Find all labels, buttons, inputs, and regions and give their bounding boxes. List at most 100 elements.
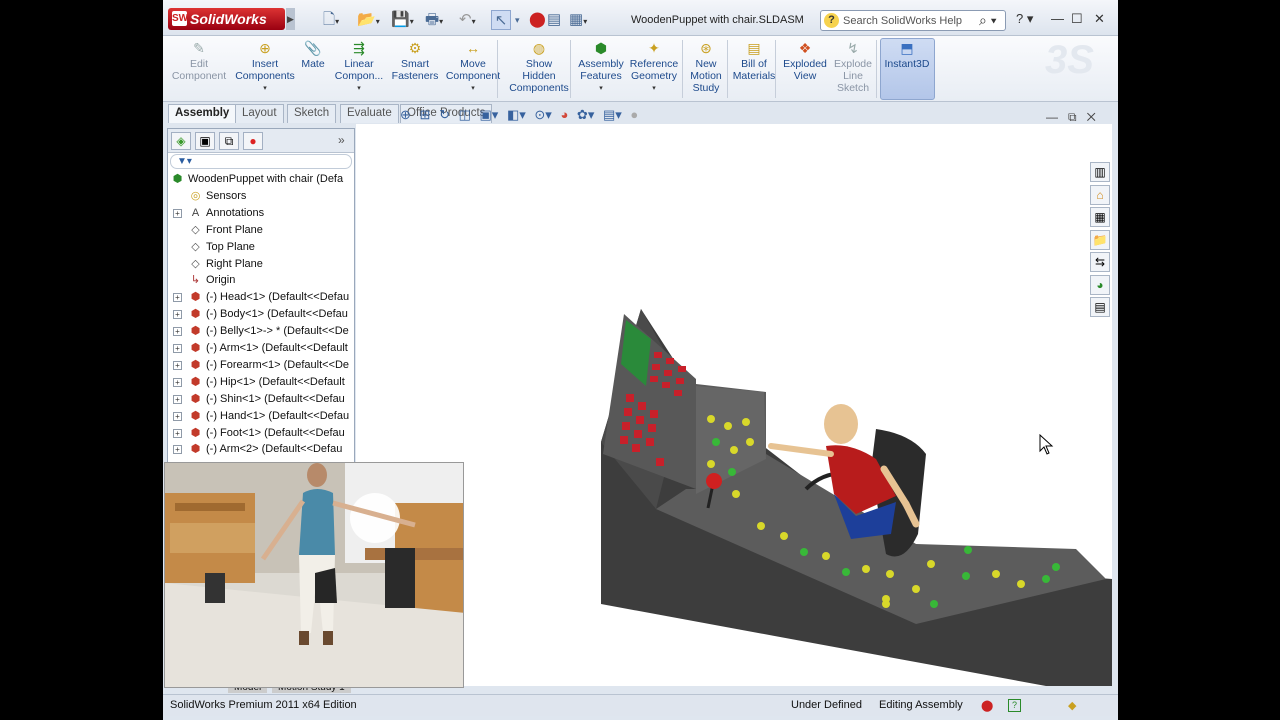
maximize-icon[interactable]: ☐: [1071, 11, 1083, 27]
joystick-knob: [706, 473, 722, 489]
configuration-manager-icon[interactable]: ⧉: [219, 132, 239, 150]
rebuild-status-icon[interactable]: ⬤: [981, 699, 993, 712]
open-icon[interactable]: 📂▾: [357, 10, 380, 30]
file-properties-icon[interactable]: ▤: [547, 10, 561, 30]
mate-icon: 📎: [304, 40, 322, 56]
exploded-view-button[interactable]: ❖ Exploded View: [781, 38, 829, 82]
expand-icon[interactable]: +: [173, 310, 182, 320]
motion-study-button[interactable]: ⊛ New Motion Study: [683, 38, 729, 94]
insert-components-button[interactable]: ⊕ Insert Components ▾: [233, 38, 297, 95]
expand-icon[interactable]: +: [173, 208, 182, 218]
file-explorer-icon[interactable]: 📁: [1090, 229, 1110, 250]
close-icon[interactable]: ✕: [1094, 11, 1105, 27]
help-status-icon[interactable]: ?: [1008, 699, 1021, 712]
tab-evaluate[interactable]: Evaluate: [340, 104, 399, 123]
editing-mode: Editing Assembly: [879, 699, 963, 711]
save-icon[interactable]: 💾▾: [391, 10, 414, 30]
view-settings-icon[interactable]: ▤▾: [603, 107, 622, 122]
zoom-area-icon[interactable]: ⊞: [420, 107, 431, 122]
tree-filter[interactable]: ▼▾: [170, 154, 352, 169]
reference-geometry-button[interactable]: ✦ Reference Geometry ▾: [626, 38, 682, 95]
section-view-icon[interactable]: ◫: [459, 107, 471, 122]
dropdown-arrow-icon[interactable]: ▾: [331, 83, 387, 95]
minimize-icon[interactable]: —: [1051, 11, 1064, 26]
new-document-icon[interactable]: 🗋▾: [323, 10, 339, 30]
rebuild-icon[interactable]: ⬤: [529, 10, 546, 30]
appearances-icon[interactable]: ◕: [1090, 274, 1110, 295]
smart-fasteners-button[interactable]: ⚙ Smart Fasteners: [389, 38, 441, 82]
custom-properties-icon[interactable]: ▤: [1090, 297, 1110, 317]
expand-icon[interactable]: +: [173, 293, 182, 303]
tab-sketch[interactable]: Sketch: [287, 104, 337, 123]
dropdown-arrow-icon[interactable]: ▾: [233, 83, 297, 95]
manager-tabs: ◈ ▣ ⧉ ● »: [168, 129, 354, 153]
feature-manager-icon[interactable]: ◈: [171, 132, 191, 150]
assembly-features-button[interactable]: ⬢ Assembly Features ▾: [577, 38, 625, 95]
bom-button[interactable]: ▤ Bill of Materials: [730, 38, 778, 82]
expand-panel-icon[interactable]: »: [338, 133, 345, 147]
hide-show-icon[interactable]: ⊙▾: [534, 107, 551, 122]
help-bubble-icon: ?: [824, 13, 839, 28]
search-input[interactable]: Search SolidWorks Help: [843, 15, 962, 27]
explode-line-button[interactable]: ↯ Explode Line Sketch: [829, 38, 877, 94]
move-component-button[interactable]: ↔ Move Component ▾: [445, 38, 501, 95]
viewport-minimize-icon[interactable]: —: [1046, 110, 1058, 124]
tag-icon[interactable]: ◆: [1068, 699, 1076, 712]
edit-appearance-icon[interactable]: ◕: [560, 107, 568, 122]
display-manager-icon[interactable]: ●: [243, 132, 263, 150]
task-pane-tabs: ▥ ⌂ ▦ 📁 ⇆ ◕ ▤: [1090, 162, 1112, 317]
viewport-restore-icon[interactable]: ⧉: [1068, 110, 1077, 124]
viewport-close-icon[interactable]: ✕: [1087, 110, 1096, 124]
dropdown-arrow-icon[interactable]: ▾: [445, 83, 501, 95]
previous-view-icon[interactable]: ↻: [439, 107, 450, 122]
solidworks-logo[interactable]: SW SolidWorks: [168, 8, 285, 30]
dropdown-arrow-icon[interactable]: ▾: [626, 83, 682, 95]
expand-icon[interactable]: +: [173, 377, 182, 387]
expand-icon[interactable]: +: [173, 428, 182, 438]
graphics-area[interactable]: [356, 124, 1112, 686]
expand-icon[interactable]: +: [173, 394, 182, 404]
expand-icon[interactable]: +: [173, 445, 182, 455]
expand-icon[interactable]: +: [173, 411, 182, 421]
part-icon: ⬢: [190, 358, 201, 371]
ribbon-separator: [775, 40, 776, 98]
help-icon[interactable]: ? ▾: [1016, 11, 1033, 27]
expand-icon[interactable]: +: [173, 344, 182, 353]
dropdown-arrow-icon[interactable]: ▾: [577, 83, 625, 95]
design-library-icon[interactable]: ▦: [1090, 207, 1110, 227]
home-icon[interactable]: ⌂: [1090, 184, 1110, 205]
display-style-icon[interactable]: ◧▾: [507, 107, 526, 122]
expand-icon[interactable]: +: [173, 360, 182, 370]
options-icon[interactable]: ▦▾: [569, 10, 587, 30]
edit-component-button[interactable]: ✎ Edit Component: [166, 38, 232, 82]
linear-pattern-button[interactable]: ⇶ Linear Compon... ▾: [331, 38, 387, 95]
tab-layout[interactable]: Layout: [235, 104, 284, 123]
show-hidden-button[interactable]: ◍ Show Hidden Components: [508, 38, 570, 94]
tree-item-label: (-) Body<1> (Default<<Defau: [206, 308, 348, 321]
undo-icon[interactable]: ↶▾: [459, 10, 476, 30]
property-manager-icon[interactable]: ▣: [195, 132, 215, 150]
apply-scene-icon[interactable]: ✿▾: [577, 107, 594, 122]
search-box[interactable]: ? Search SolidWorks Help ⌕ ▾: [820, 10, 1006, 31]
view-orientation-icon[interactable]: ▣▾: [480, 107, 499, 122]
zoom-to-fit-icon[interactable]: ⊕: [400, 107, 411, 122]
ribbon-button-label: Instant3D: [884, 58, 930, 70]
origin-icon: ↳: [190, 274, 201, 287]
smart-fasteners-icon: ⚙: [408, 40, 422, 56]
search-icon[interactable]: ⌕ ▾: [979, 12, 997, 29]
instant3d-button[interactable]: ⬒ Instant3D: [881, 38, 933, 70]
reference-geometry-icon: ✦: [648, 40, 660, 56]
view-palette-icon[interactable]: ⇆: [1090, 252, 1110, 272]
ribbon-button-label: Exploded View: [783, 58, 827, 82]
ds-watermark-icon: 3S: [1045, 38, 1094, 82]
expand-icon[interactable]: +: [173, 327, 182, 337]
tab-assembly[interactable]: Assembly: [168, 104, 237, 123]
realview-icon[interactable]: ●: [630, 107, 638, 122]
tree-item-label: Origin: [206, 274, 236, 287]
resources-icon[interactable]: ▥: [1090, 162, 1110, 182]
select-arrow[interactable]: ▾: [515, 10, 520, 30]
menu-expand-arrow[interactable]: ▶: [286, 8, 295, 30]
mate-button[interactable]: 📎 Mate: [297, 38, 329, 70]
select-icon[interactable]: ↖: [491, 10, 511, 30]
print-icon[interactable]: 🖶▾: [425, 10, 443, 30]
